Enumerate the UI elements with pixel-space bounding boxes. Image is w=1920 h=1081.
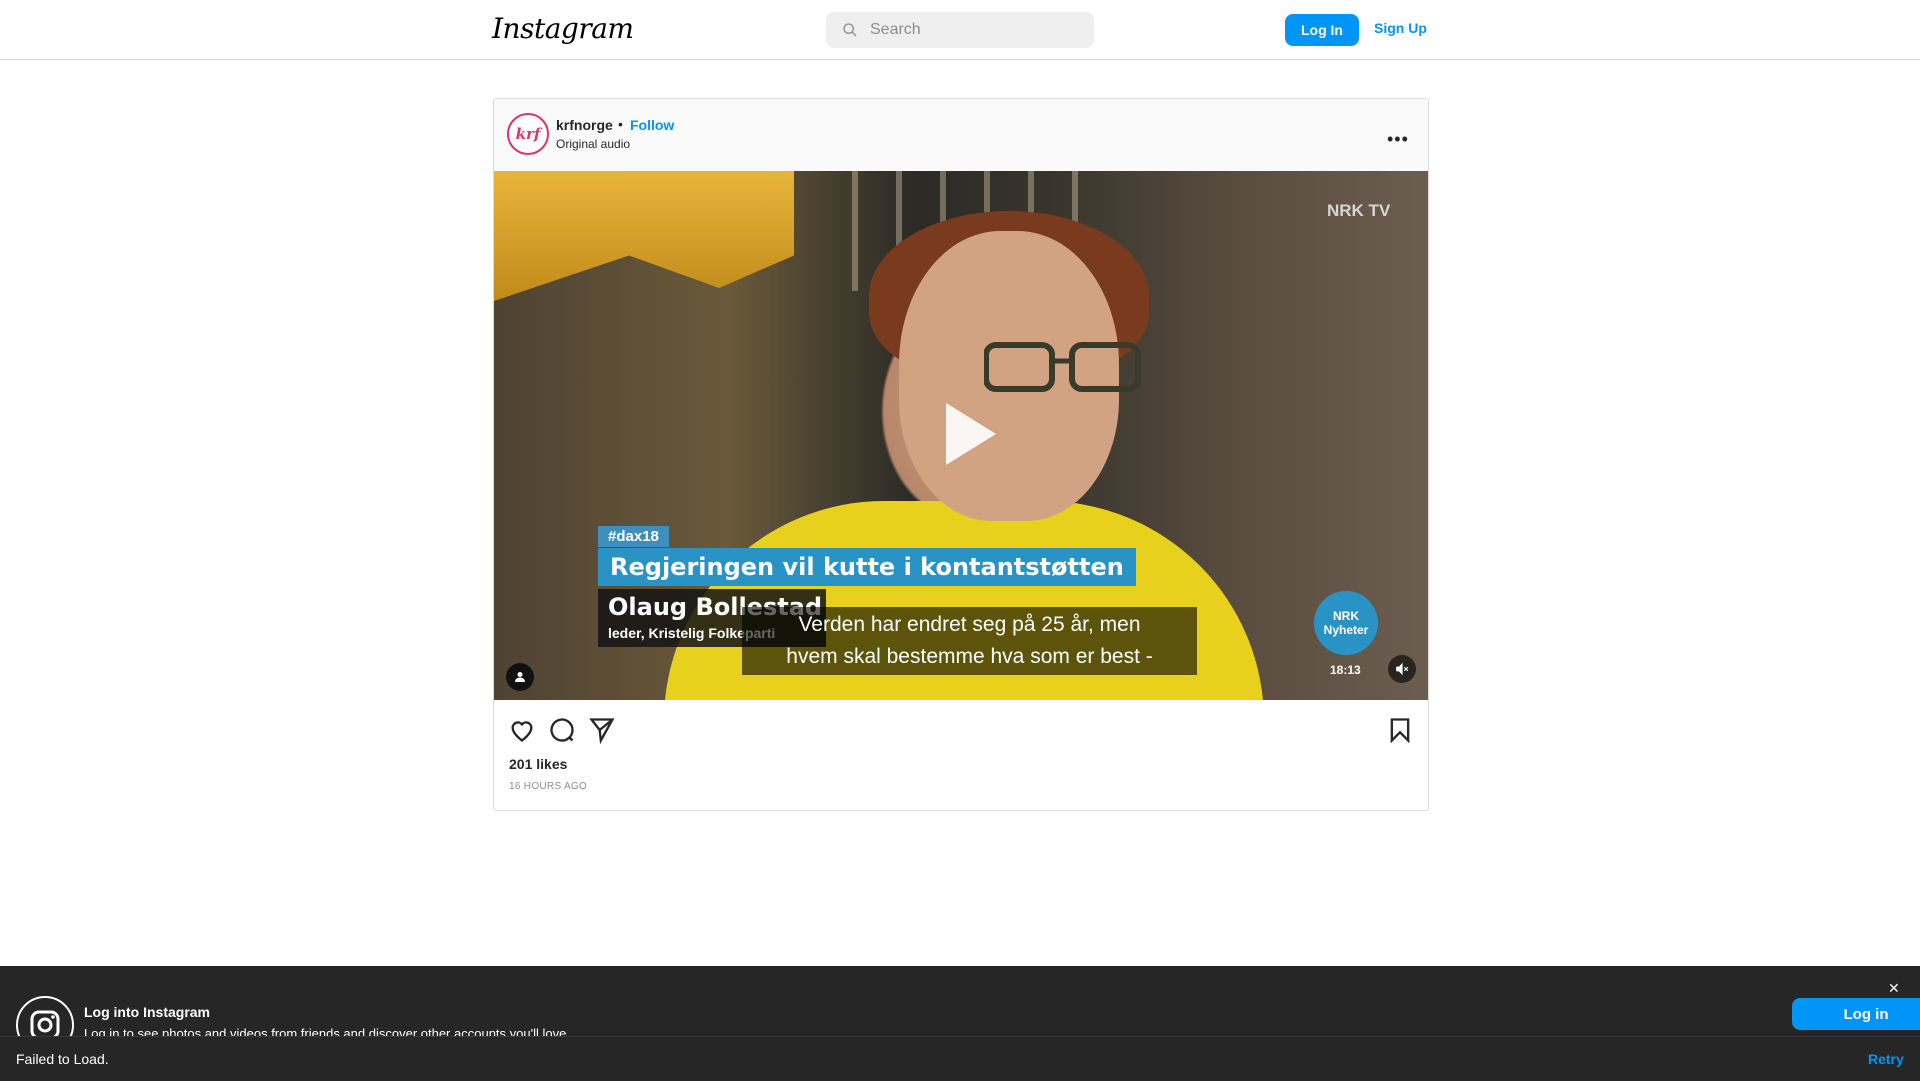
search-input[interactable] [870,12,1080,48]
more-options-icon[interactable]: ••• [1387,129,1409,150]
likes-count[interactable]: 201 likes [509,756,567,772]
badge-line-2: Nyheter [1323,623,1369,637]
subtitle-line-2: hvem skal bestemme hva som er best - [786,645,1153,668]
retry-button[interactable]: Retry [1868,1051,1904,1067]
subtitle-line-1: Verden har endret seg på 25 år, men [798,613,1141,636]
post-username[interactable]: krfnorge [556,117,613,133]
separator-dot: • [618,116,623,132]
speaker-muted-icon [1396,662,1409,676]
post-card: krf krfnorge • Follow Original audio •••… [493,98,1429,811]
nrk-nyheter-badge: NRK Nyheter [1314,591,1378,655]
login-banner: Log into Instagram Log in to see photos … [0,966,1920,1054]
banner-title: Log into Instagram [84,1004,210,1020]
mute-button[interactable] [1388,655,1416,683]
bookmark-icon[interactable] [1386,716,1414,744]
share-icon[interactable] [588,716,616,744]
video-hashtag: #dax18 [598,526,669,547]
signup-link[interactable]: Sign Up [1374,20,1427,36]
audio-label[interactable]: Original audio [556,137,630,151]
close-icon[interactable]: ✕ [1888,980,1900,997]
badge-line-1: NRK [1333,609,1359,623]
video-tent-shape [494,171,794,301]
tagged-user-button[interactable] [506,663,534,691]
comment-icon[interactable] [548,716,576,744]
broadcaster-watermark: NRK TV [1327,201,1391,220]
post-header: krf krfnorge • Follow Original audio ••• [494,99,1428,171]
error-message: Failed to Load. [16,1051,109,1067]
top-navigation-bar: Instagram Log In Sign Up [0,0,1920,60]
glasses-shape [984,342,1141,392]
video-player[interactable]: NRK TV #dax18 Regjeringen vil kutte i ko… [494,171,1428,700]
heart-icon[interactable] [508,716,536,744]
post-actions: 201 likes 16 HOURS AGO [494,700,1428,810]
search-box[interactable] [826,12,1094,48]
instagram-logo[interactable]: Instagram [492,12,634,45]
user-icon [515,672,525,682]
login-button[interactable]: Log In [1285,14,1359,46]
video-subtitles: Verden har endret seg på 25 år, men hvem… [742,607,1197,675]
video-headline: Regjeringen vil kutte i kontantstøtten [598,548,1136,586]
play-icon[interactable] [930,399,1000,469]
error-bar: Failed to Load. Retry [0,1036,1920,1081]
post-timestamp[interactable]: 16 HOURS AGO [509,781,587,792]
video-timestamp: 18:13 [1330,663,1361,677]
avatar[interactable]: krf [507,113,549,155]
banner-login-button[interactable]: Log in [1792,998,1920,1030]
follow-button[interactable]: Follow [630,117,674,133]
search-icon [843,23,857,37]
